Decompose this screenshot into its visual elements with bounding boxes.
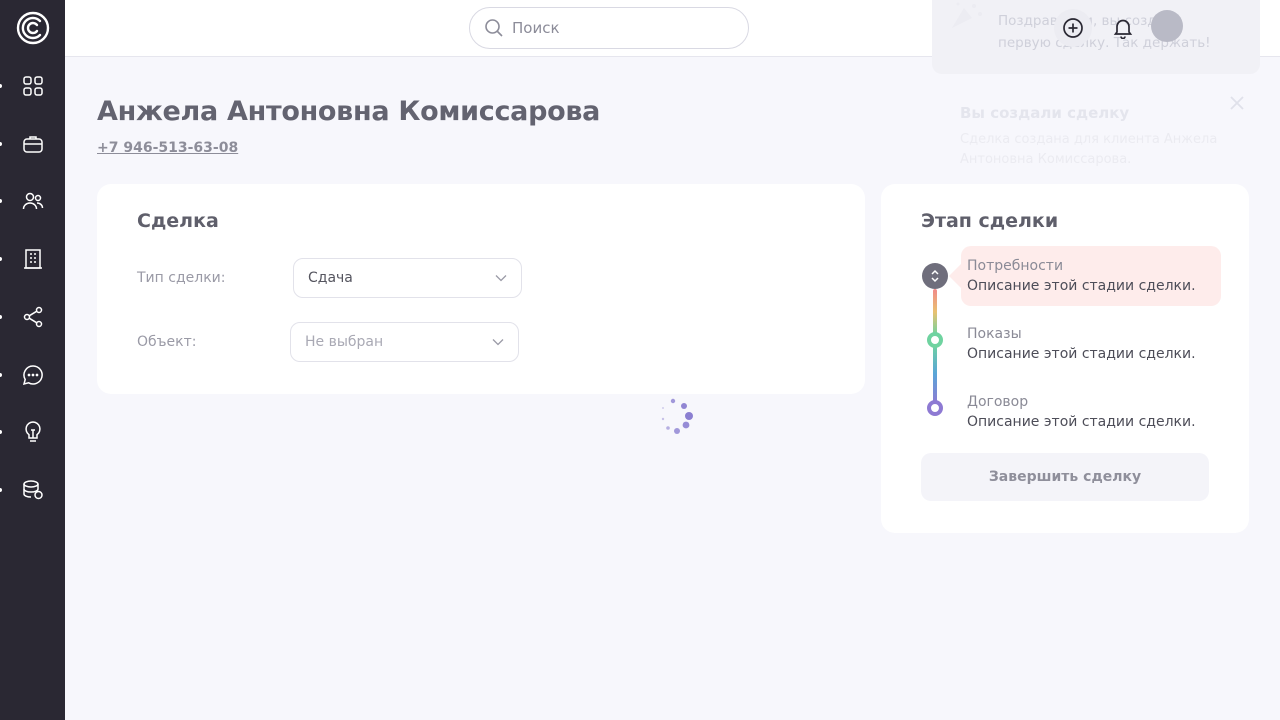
chevron-down-icon [492,339,504,346]
deal-type-label: Тип сделки: [137,270,226,286]
object-select[interactable]: Не выбран [290,322,519,362]
nav-item-dashboard[interactable] [0,66,65,106]
notification-title: Вы создали сделку [960,104,1130,122]
nav-item-deals[interactable] [0,124,65,164]
sidebar [0,0,65,720]
database-icon [23,480,43,500]
search-input[interactable] [512,17,732,39]
object-label: Объект: [137,334,197,350]
nav-item-chat[interactable] [0,355,65,395]
nav-marker [0,430,2,434]
nav-marker [0,84,2,88]
deal-type-value: Сдача [308,270,353,286]
chat-icon [22,365,43,386]
nav-marker [0,199,2,203]
stage-name: Потребности [967,258,1064,274]
notification-panel: Вы создали сделку Сделка создана для кли… [936,90,1256,190]
timeline-segment [933,289,937,335]
nav-item-clients[interactable] [0,181,65,221]
bell-icon [1113,19,1133,39]
stage-node-current[interactable] [922,263,948,289]
expand-icon [931,269,939,283]
nav-marker [0,257,2,261]
briefcase-icon [23,136,43,153]
deal-stage-card: Этап сделки Потребности Описание этой ст… [881,184,1249,533]
stage-card-title: Этап сделки [921,210,1059,232]
nav-marker [0,488,2,492]
stage-description: Описание этой стадии сделки. [967,278,1196,294]
logo-icon[interactable] [16,11,50,45]
plus-circle-icon [1063,18,1083,38]
stage-name: Показы [967,326,1022,342]
lightbulb-icon [25,421,41,442]
share-icon [23,306,43,328]
loading-spinner-icon [661,398,693,434]
deal-card-title: Сделка [137,210,219,232]
users-icon [22,192,44,210]
dashboard-icon [23,76,43,96]
stage-description: Описание этой стадии сделки. [967,414,1196,430]
nav-marker [0,373,2,377]
page-title: Анжела Антоновна Комиссарова [97,96,601,127]
current-stage-highlight [949,246,1221,306]
stage-description: Описание этой стадии сделки. [967,346,1196,362]
notifications-button[interactable] [1104,9,1142,47]
avatar[interactable] [1151,10,1183,42]
add-button[interactable] [1054,9,1092,47]
chevron-down-icon [495,275,507,282]
client-phone-link[interactable]: +7 946-513-63-08 [97,140,238,156]
search-icon [485,19,503,37]
object-value: Не выбран [305,334,384,350]
stage-node[interactable] [927,332,943,348]
deal-type-select[interactable]: Сдача [293,258,522,298]
nav-item-objects[interactable] [0,239,65,279]
finish-deal-button[interactable]: Завершить сделку [921,453,1209,501]
nav-marker [0,142,2,146]
deal-card: Сделка Тип сделки: Сдача Объект: Не выбр… [97,184,865,394]
building-icon [24,249,42,269]
party-popper-icon [952,2,982,28]
nav-item-database[interactable] [0,470,65,510]
stage-node[interactable] [927,400,943,416]
nav-marker [0,315,2,319]
timeline-segment [933,344,937,404]
search-box[interactable] [469,7,749,49]
nav-item-share[interactable] [0,297,65,337]
success-toast: Поздравляем, вы создали первую сделку. Т… [932,0,1260,74]
notification-text: Сделка создана для клиента Анжела Антоно… [960,132,1218,167]
stage-name: Договор [967,394,1029,410]
close-icon[interactable] [1228,94,1246,112]
nav-item-ideas[interactable] [0,412,65,452]
